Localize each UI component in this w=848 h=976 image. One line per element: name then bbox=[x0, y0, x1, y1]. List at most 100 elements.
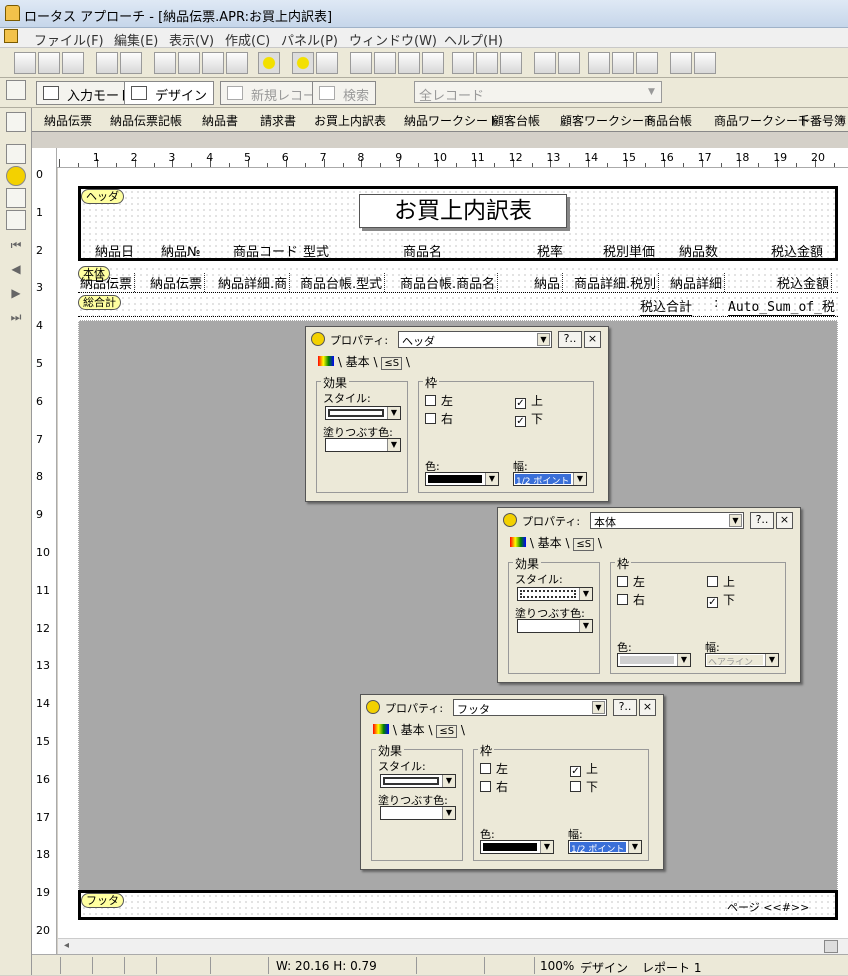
next-record-icon[interactable]: ▶ bbox=[6, 286, 26, 306]
align-vertical-icon[interactable] bbox=[398, 52, 420, 74]
frame-top-checkbox[interactable]: 上 bbox=[707, 573, 735, 590]
col-header-no[interactable]: 納品№ bbox=[161, 241, 201, 260]
tab-8[interactable]: 商品台帳 bbox=[644, 112, 692, 129]
scroll-left-icon[interactable]: ◂ bbox=[64, 940, 69, 951]
menu-window[interactable]: ウィンドウ(W) bbox=[349, 30, 437, 49]
frame-right-checkbox[interactable]: 右 bbox=[480, 778, 508, 795]
tab-9[interactable]: 商品ワークシート bbox=[714, 112, 810, 129]
help-button[interactable]: ?.. bbox=[558, 331, 582, 348]
object-select[interactable]: 本体 ▼ bbox=[590, 512, 744, 529]
col-header-total[interactable]: 税込金額 bbox=[771, 241, 823, 260]
field-total[interactable]: 税込金額 bbox=[738, 273, 832, 292]
align-left-icon[interactable] bbox=[350, 52, 372, 74]
tab-macro-icon[interactable]: ≤S bbox=[381, 357, 403, 370]
grid-snap-icon[interactable] bbox=[452, 52, 474, 74]
paint-icon[interactable] bbox=[226, 52, 248, 74]
property-dialog[interactable]: プロパティ: フッタ ▼ ?.. × \ 基本 \ ≤S \ 効果 スタイル: ▼… bbox=[360, 694, 664, 870]
first-record-icon[interactable]: ⏮ bbox=[6, 238, 26, 258]
field-icon[interactable] bbox=[588, 52, 610, 74]
style-icon[interactable] bbox=[292, 52, 314, 74]
menu-view[interactable]: 表示(V) bbox=[169, 30, 214, 49]
menu-edit[interactable]: 編集(E) bbox=[114, 30, 158, 49]
browse-icon[interactable] bbox=[6, 188, 26, 208]
tab-3[interactable]: 請求書 bbox=[260, 112, 296, 129]
tab-macro-icon[interactable]: ≤S bbox=[573, 538, 595, 551]
field-list-icon[interactable] bbox=[558, 52, 580, 74]
print-preview-icon[interactable] bbox=[120, 52, 142, 74]
tab-6[interactable]: 顧客台帳 bbox=[492, 112, 540, 129]
col-header-name[interactable]: 商品名 bbox=[403, 241, 442, 260]
menu-panel[interactable]: パネル(P) bbox=[281, 30, 338, 49]
frame-bottom-checkbox[interactable]: 下 bbox=[570, 778, 598, 795]
last-record-icon[interactable]: ⏭ bbox=[6, 310, 26, 330]
new-file-icon[interactable] bbox=[14, 52, 36, 74]
frame-left-checkbox[interactable]: 左 bbox=[480, 760, 508, 777]
col-header-model[interactable]: 型式 bbox=[303, 241, 329, 260]
menu-help[interactable]: ヘルプ(H) bbox=[444, 30, 503, 49]
distribute-icon[interactable] bbox=[422, 52, 444, 74]
tab-color-icon[interactable] bbox=[318, 356, 334, 366]
col-header-code[interactable]: 商品コード bbox=[233, 241, 298, 260]
close-button[interactable]: × bbox=[776, 512, 793, 529]
field-taxrate[interactable]: 納品 bbox=[534, 273, 564, 292]
tab-4[interactable]: お買上内訳表 bbox=[314, 112, 386, 129]
tab-5[interactable]: 納品ワークシート bbox=[404, 112, 500, 129]
summary-text[interactable]: 税込合計 bbox=[640, 296, 693, 316]
page-number-field[interactable]: ページ <<#>> bbox=[727, 899, 809, 915]
properties-icon[interactable] bbox=[258, 52, 280, 74]
close-button[interactable]: × bbox=[639, 699, 656, 716]
status-zoom[interactable]: 100% bbox=[540, 959, 574, 973]
status-mode[interactable]: デザイン bbox=[580, 959, 628, 976]
tab-color-icon[interactable] bbox=[373, 724, 389, 734]
frame-right-checkbox[interactable]: 右 bbox=[425, 410, 453, 427]
field-product-model[interactable]: 商品台帳.型式 bbox=[300, 273, 386, 292]
col-header-unitprice[interactable]: 税別単価 bbox=[603, 241, 655, 260]
align-center-icon[interactable] bbox=[374, 52, 396, 74]
copy-icon[interactable] bbox=[202, 52, 224, 74]
help-icon[interactable] bbox=[6, 166, 26, 186]
col-header-date[interactable]: 納品日 bbox=[95, 241, 134, 260]
summary-field[interactable]: Auto_Sum_of_税 bbox=[728, 296, 835, 316]
close-button[interactable]: × bbox=[584, 331, 601, 348]
field-slip-no[interactable]: 納品伝票 bbox=[150, 273, 206, 292]
home-icon[interactable] bbox=[6, 144, 26, 164]
frame-top-checkbox[interactable]: ✓ 上 bbox=[570, 760, 598, 777]
object-select[interactable]: ヘッダ ▼ bbox=[398, 331, 552, 348]
object-select[interactable]: フッタ ▼ bbox=[453, 699, 607, 716]
tab-basic[interactable]: 基本 bbox=[538, 536, 562, 550]
style-select[interactable]: ▼ bbox=[380, 774, 456, 788]
print-icon[interactable] bbox=[96, 52, 118, 74]
pencil-icon[interactable] bbox=[154, 52, 176, 74]
status-view[interactable]: レポート 1 bbox=[642, 959, 701, 976]
fill-select[interactable]: ▼ bbox=[380, 806, 456, 820]
abc-icon[interactable] bbox=[178, 52, 200, 74]
width-select[interactable]: 1/2 ポイント ▼ bbox=[568, 840, 642, 854]
help-button[interactable]: ?.. bbox=[613, 699, 637, 716]
dialog-caption[interactable]: プロパティ: フッタ ▼ ?.. × bbox=[363, 697, 661, 717]
tab-10[interactable]: 千番号簿 bbox=[798, 112, 846, 129]
style-select[interactable]: ▼ bbox=[517, 587, 593, 601]
worksheet-icon[interactable] bbox=[6, 80, 26, 100]
color-select[interactable]: ▼ bbox=[425, 472, 499, 486]
footer-band[interactable]: フッタ ページ <<#>> bbox=[78, 890, 838, 920]
width-select[interactable]: ヘアライン ▼ bbox=[705, 653, 779, 667]
calculator-icon[interactable] bbox=[612, 52, 634, 74]
frame-right-checkbox[interactable]: 右 bbox=[617, 591, 645, 608]
summary-band[interactable]: 総合計 税込合計 : Auto_Sum_of_税 bbox=[78, 295, 838, 317]
tab-0[interactable]: 納品伝票 bbox=[44, 112, 92, 129]
frame-left-checkbox[interactable]: 左 bbox=[425, 392, 453, 409]
width-select[interactable]: 1/2 ポイント ▼ bbox=[513, 472, 587, 486]
open-file-icon[interactable] bbox=[38, 52, 60, 74]
frame-bottom-checkbox[interactable]: ✓ 下 bbox=[707, 591, 735, 608]
grid-icon[interactable] bbox=[476, 52, 498, 74]
report-icon[interactable] bbox=[6, 210, 26, 230]
field-product-name[interactable]: 商品台帳.商品名 bbox=[400, 273, 499, 292]
col-header-taxrate[interactable]: 税率 bbox=[537, 241, 563, 260]
tab-basic[interactable]: 基本 bbox=[401, 723, 425, 737]
zoom-in-icon[interactable] bbox=[670, 52, 692, 74]
menu-file[interactable]: ファイル(F) bbox=[34, 30, 104, 49]
fill-select[interactable]: ▼ bbox=[325, 438, 401, 452]
report-title[interactable]: お買上内訳表 bbox=[359, 194, 567, 228]
frame-top-checkbox[interactable]: ✓ 上 bbox=[515, 392, 543, 409]
zoom-out-icon[interactable] bbox=[694, 52, 716, 74]
